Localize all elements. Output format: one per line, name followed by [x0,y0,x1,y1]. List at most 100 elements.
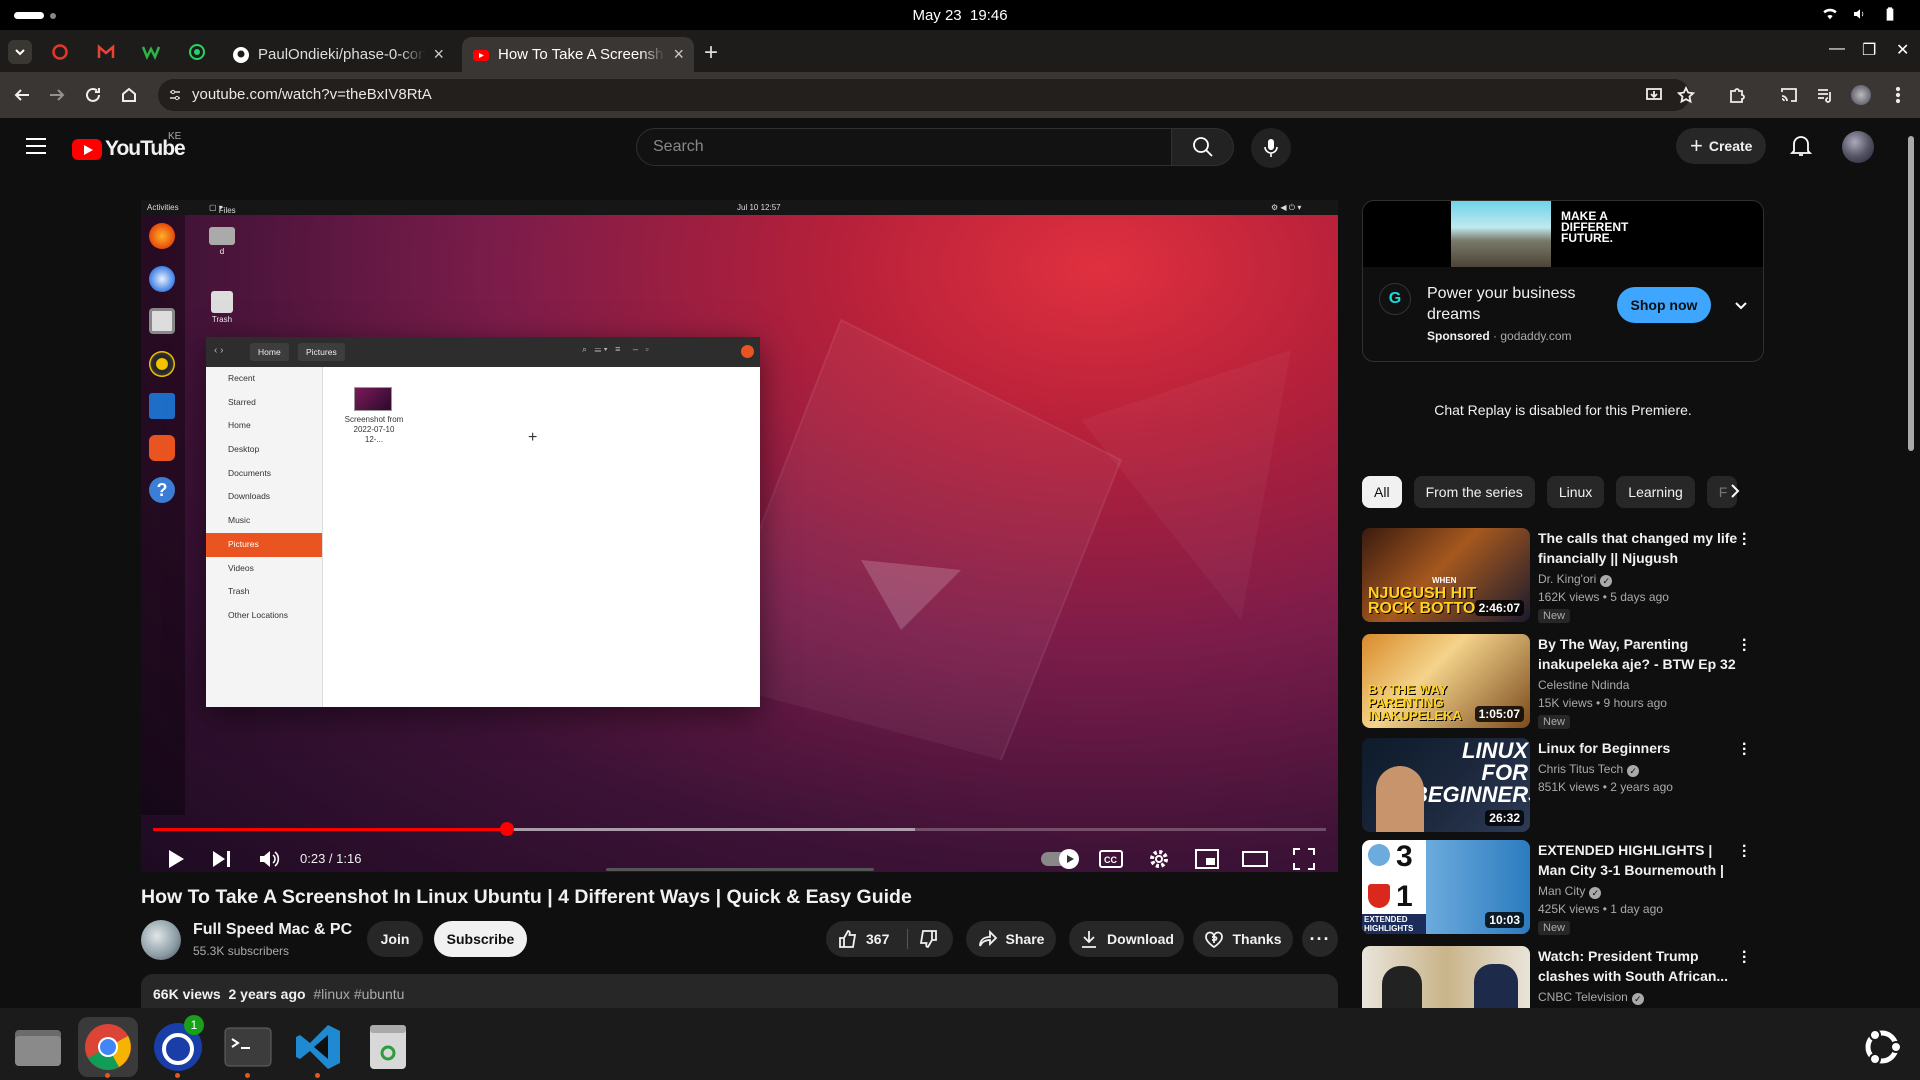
miniplayer-button[interactable] [1192,844,1222,872]
chip-linux[interactable]: Linux [1546,476,1605,508]
video-thumbnail[interactable]: WHEN NJUGUSH HIT ROCK BOTTO 2:46:07 [1362,528,1530,622]
chrome-menu-button[interactable] [1887,84,1909,106]
close-tab-icon[interactable]: × [433,44,444,65]
play-button[interactable] [161,844,191,872]
pinned-tab-w[interactable] [136,39,166,65]
pinned-tab-opera[interactable] [45,39,75,65]
pinned-tab-whatsapp[interactable] [182,39,212,65]
share-button[interactable]: Share [966,921,1056,957]
thanks-button[interactable]: Thanks [1193,921,1293,957]
tab-github[interactable]: PaulOndieki/phase-0-con × [222,37,454,72]
settings-button[interactable] [1144,844,1174,872]
ad-banner[interactable]: MAKE A DIFFERENT FUTURE. [1363,201,1763,267]
download-button[interactable]: Download [1069,921,1184,957]
recommendation-item[interactable]: 3 1 EXTENDED HIGHLIGHTS 10:03 EXTENDED H… [1362,839,1764,935]
recommendation-channel[interactable]: Chris Titus Tech ✓ [1538,762,1640,777]
dock-terminal[interactable] [218,1017,278,1078]
recommendation-item[interactable]: Watch: President Trump clashes with Sout… [1362,945,1764,1008]
dock-vscode[interactable] [288,1017,348,1078]
kebab-menu-icon[interactable]: · · · [1742,839,1747,865]
recommendation-item[interactable]: WHEN NJUGUSH HIT ROCK BOTTO 2:46:07 The … [1362,527,1764,623]
kebab-menu-icon[interactable]: · · · [1742,527,1747,553]
shop-now-button[interactable]: Shop now [1617,287,1711,323]
home-button[interactable] [117,83,141,107]
forward-button[interactable] [45,83,69,107]
join-button[interactable]: Join [367,921,423,957]
ad-headline[interactable]: Power your business dreams [1427,283,1627,325]
recommendation-title[interactable]: The calls that changed my life financial… [1538,528,1738,568]
progress-bar[interactable] [153,822,1326,836]
video-thumbnail[interactable]: 3 1 EXTENDED HIGHLIGHTS 10:03 [1362,840,1530,934]
bookmark-button[interactable] [1675,84,1697,106]
video-player[interactable]: Activities ▢ Files ▾ Jul 10 12:57 ⚙ ◀ ⏻ … [141,200,1338,872]
mute-button[interactable] [255,844,285,872]
kebab-menu-icon[interactable]: · · · [1742,737,1747,763]
dock-trash[interactable] [358,1017,418,1077]
kebab-menu-icon[interactable]: · · · [1742,633,1747,659]
address-bar[interactable]: youtube.com/watch?v=theBxIV8RtA [158,79,1690,111]
recommendation-channel[interactable]: Celestine Ndinda [1538,678,1629,692]
search-button[interactable] [1172,128,1234,166]
subscribe-button[interactable]: Subscribe [434,921,527,957]
close-window-button[interactable]: ✕ [1896,40,1909,60]
recommendation-title[interactable]: By The Way, Parenting inakupeleka aje? -… [1538,634,1738,674]
recommendation-channel[interactable]: Dr. King'ori ✓ [1538,572,1613,587]
cast-button[interactable] [1778,84,1800,106]
dock-chrome[interactable] [78,1017,138,1078]
close-tab-icon[interactable]: × [673,44,684,65]
scrollbar-thumb[interactable] [1908,136,1914,451]
recommendation-channel[interactable]: Man City ✓ [1538,884,1602,899]
like-button[interactable]: 367 [838,929,889,949]
video-thumbnail[interactable]: BY THE WAY PARENTING INAKUPELEKA 1:05:07 [1362,634,1530,728]
more-actions-button[interactable]: ··· [1302,921,1338,957]
restore-button[interactable]: ❐ [1862,40,1876,60]
create-button[interactable]: + Create [1676,128,1767,164]
recommendation-channel[interactable]: CNBC Television ✓ [1538,990,1644,1005]
search-input[interactable] [637,129,1171,165]
install-app-button[interactable] [1643,84,1665,106]
profile-button[interactable] [1850,84,1872,106]
new-tab-button[interactable]: + [704,39,718,67]
pinned-tab-gmail[interactable] [91,39,121,65]
recommendation-item[interactable]: BY THE WAY PARENTING INAKUPELEKA 1:05:07… [1362,633,1764,729]
hashtags[interactable]: #linux #ubuntu [313,986,404,1002]
recommendation-item[interactable]: LINUX FOR BEGINNERS 26:32 Linux for Begi… [1362,737,1764,832]
notifications-bell-icon[interactable] [1790,134,1812,158]
dislike-button[interactable] [918,929,938,952]
next-button[interactable] [207,844,237,872]
chevron-down-icon[interactable] [1733,297,1749,313]
guide-menu-button[interactable] [26,138,46,159]
show-apps-button[interactable] [1852,1017,1912,1077]
recommendation-title[interactable]: EXTENDED HIGHLIGHTS | Man City 3-1 Bourn… [1538,840,1738,880]
autoplay-toggle[interactable] [1039,844,1079,872]
search-box[interactable] [636,128,1172,166]
channel-avatar[interactable] [141,920,181,960]
subtitles-button[interactable]: CC [1096,844,1126,872]
site-info-icon[interactable] [164,84,186,106]
video-thumbnail[interactable] [1362,946,1530,1008]
back-button[interactable] [10,83,34,107]
chevron-right-icon[interactable] [1726,482,1744,500]
youtube-logo[interactable]: YouTube KE [72,131,186,161]
kebab-menu-icon[interactable]: · · · [1742,945,1747,971]
page-scrollbar[interactable] [1906,118,1916,1008]
recommendation-title[interactable]: Watch: President Trump clashes with Sout… [1538,946,1738,986]
channel-name[interactable]: Full Speed Mac & PC [193,921,352,939]
theater-mode-button[interactable] [1240,844,1270,872]
tab-search-button[interactable] [8,40,32,64]
fullscreen-button[interactable] [1289,844,1319,872]
chip-all[interactable]: All [1362,476,1402,508]
system-clock[interactable]: May 23 19:46 [0,7,1920,24]
tab-youtube[interactable]: How To Take A Screensho × [462,37,694,72]
video-thumbnail[interactable]: LINUX FOR BEGINNERS 26:32 [1362,738,1530,832]
reload-button[interactable] [81,83,105,107]
media-control-button[interactable] [1814,84,1836,106]
chip-from-the-series[interactable]: From the series [1413,476,1535,508]
account-avatar[interactable] [1842,131,1874,163]
dock-files[interactable] [8,1017,68,1077]
extensions-button[interactable] [1726,84,1748,106]
minimize-button[interactable]: — [1829,40,1845,58]
chip-learning[interactable]: Learning [1616,476,1695,508]
dock-thunderbird[interactable]: 1 [148,1015,208,1078]
sponsored-ad-card[interactable]: MAKE A DIFFERENT FUTURE. G Power your bu… [1362,200,1764,362]
